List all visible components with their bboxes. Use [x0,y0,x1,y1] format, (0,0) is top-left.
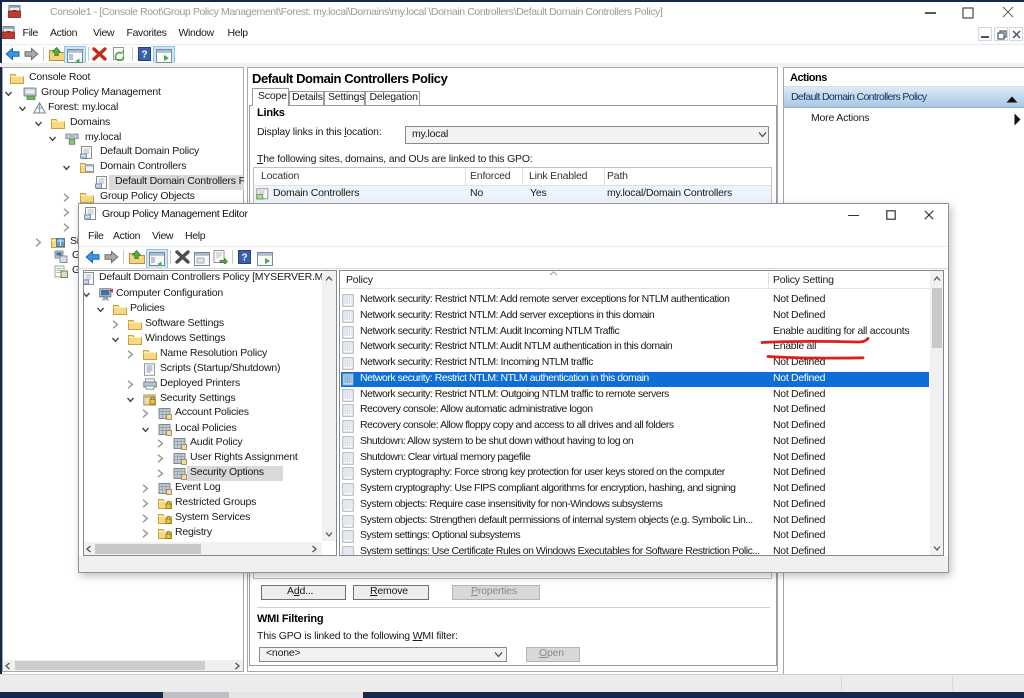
svg-text:?: ? [141,50,147,61]
svg-text:?: ? [241,253,247,264]
